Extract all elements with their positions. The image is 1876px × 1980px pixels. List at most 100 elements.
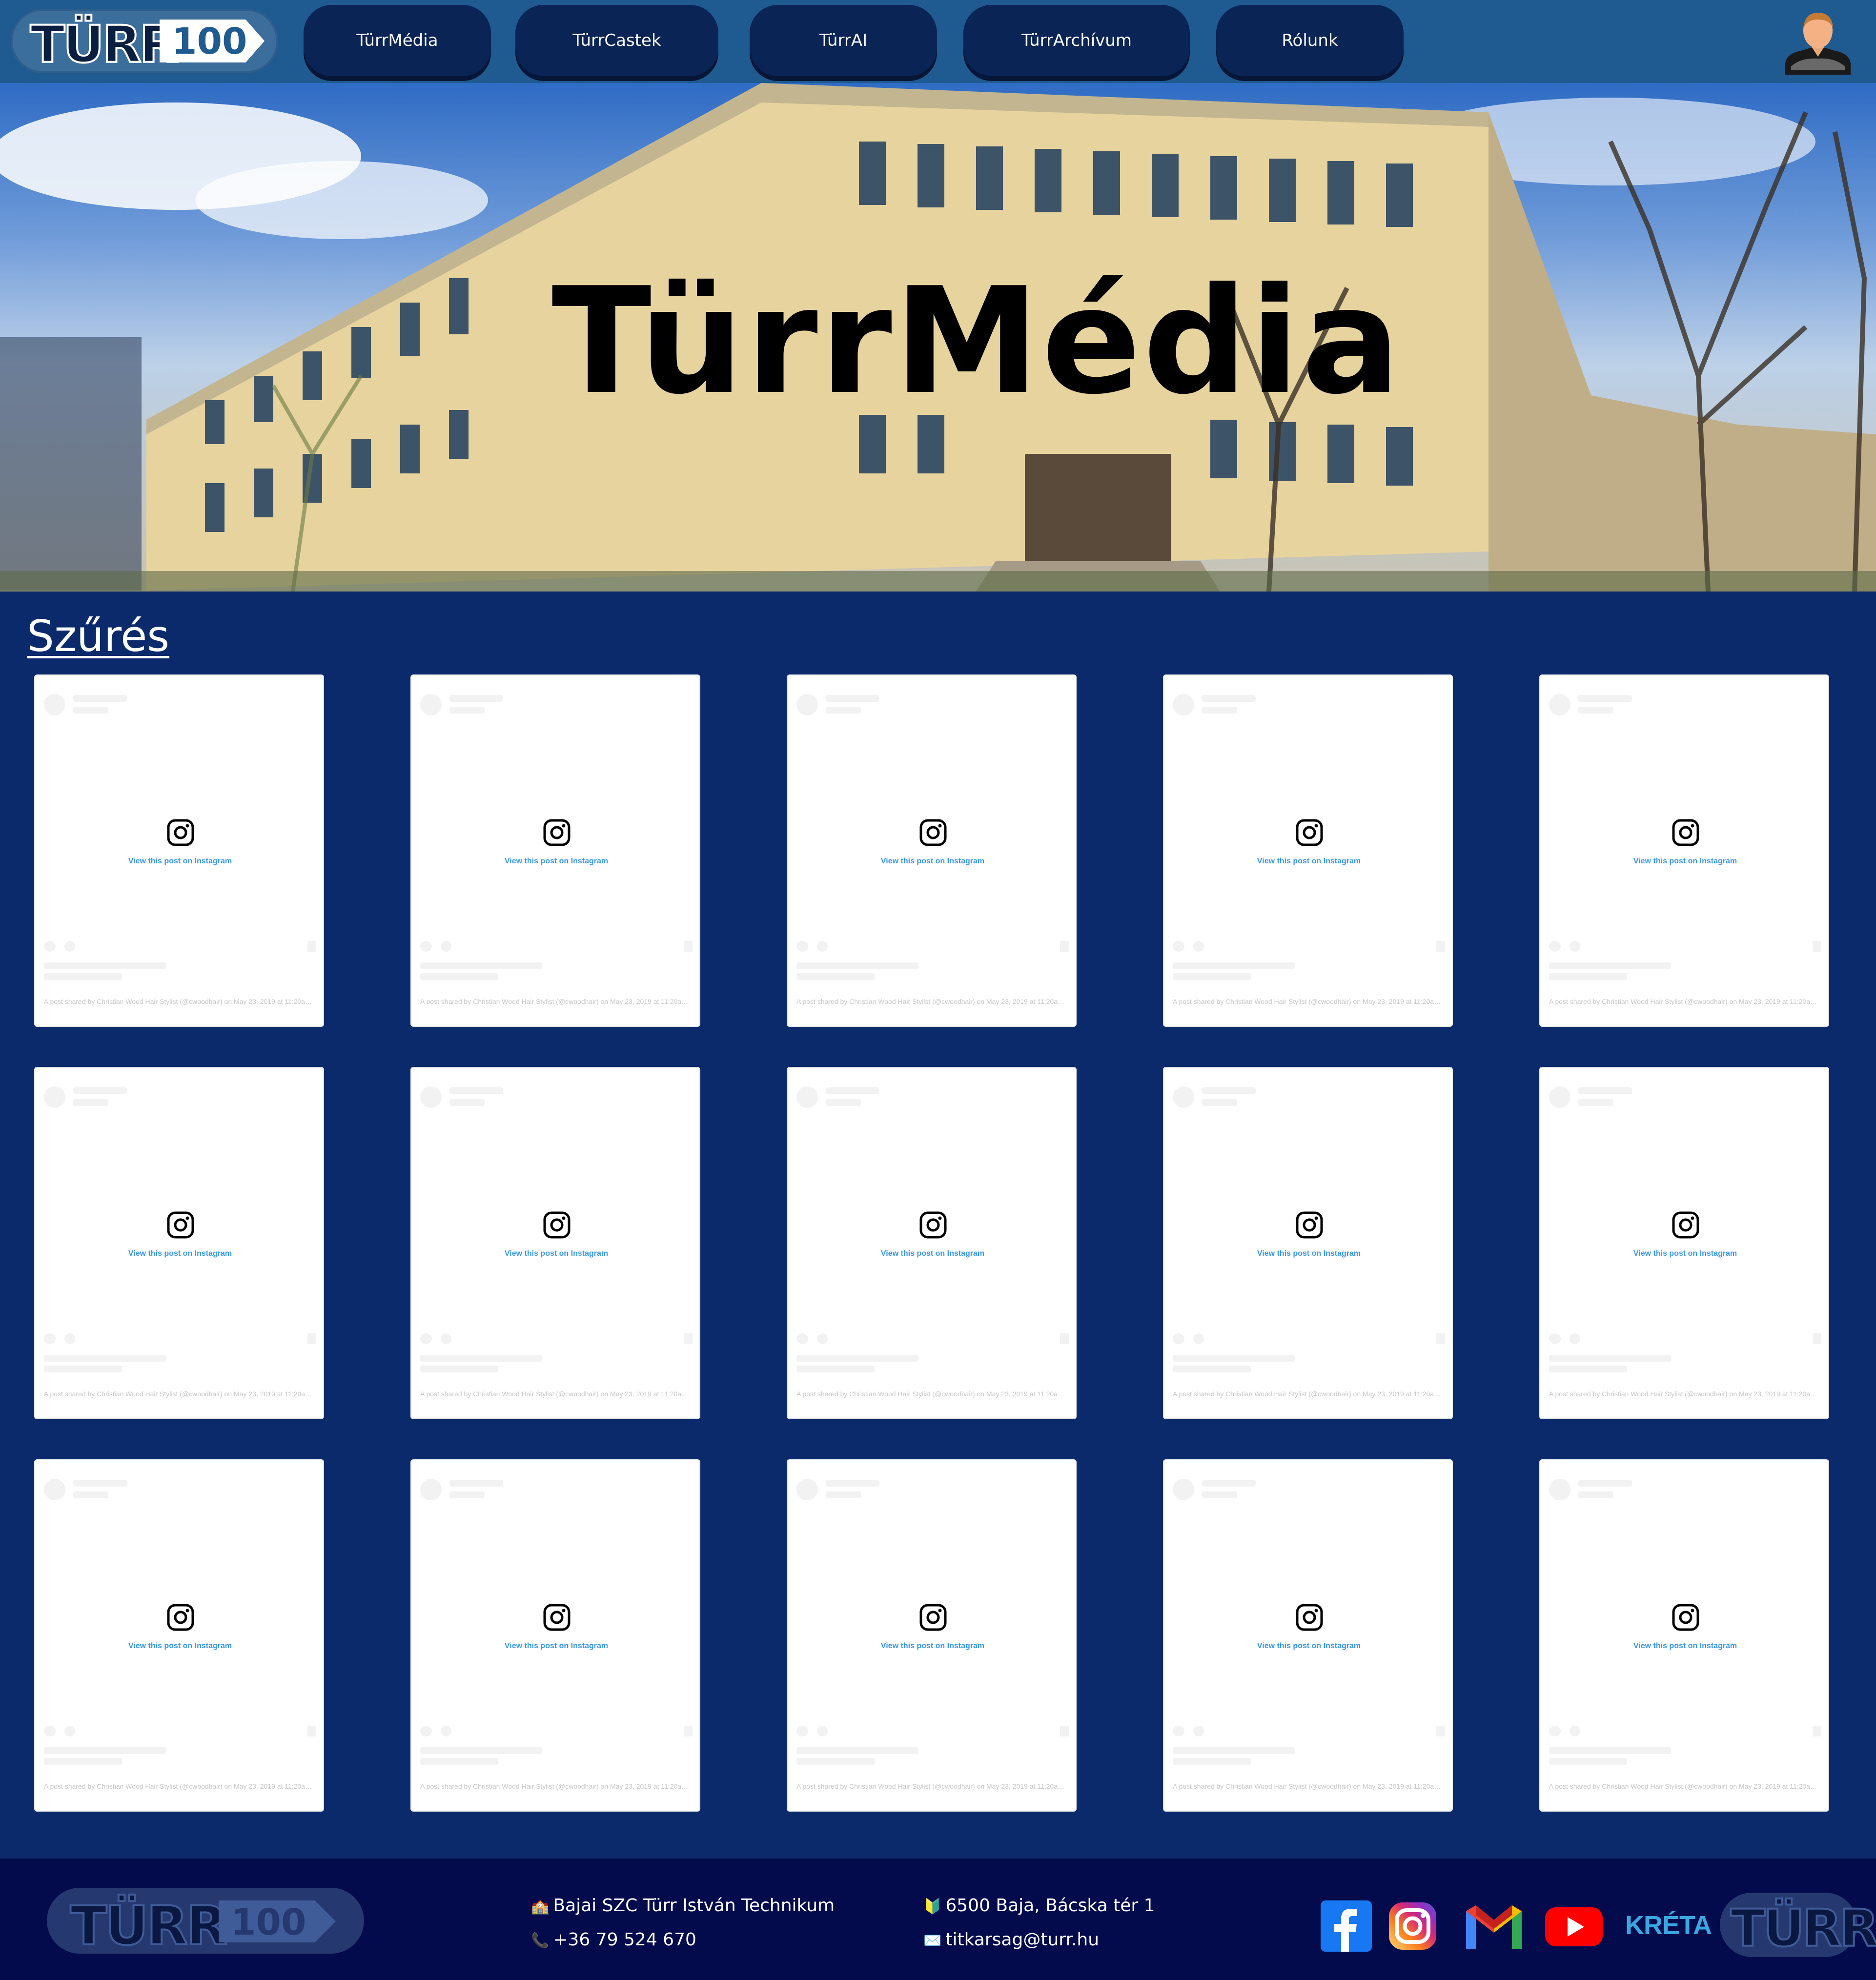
embed-caption[interactable]: A post shared by Christian Wood Hair Sty…: [1173, 1390, 1446, 1398]
instagram-embed-card[interactable]: View this post on Instagram A post shared…: [34, 1067, 324, 1419]
footer-turr100-logo[interactable]: TÜRR 100: [47, 1888, 364, 1958]
instagram-embed-card[interactable]: View this post on Instagram A post shared…: [1539, 674, 1829, 1027]
avatar-placeholder: [1173, 1479, 1194, 1500]
embed-caption[interactable]: A post shared by Christian Wood Hair Sty…: [1549, 1782, 1822, 1790]
text-placeholder: [796, 973, 875, 980]
instagram-embed-card[interactable]: View this post on Instagram A post shared…: [1163, 674, 1453, 1027]
view-on-instagram-link[interactable]: View this post on Instagram: [1540, 1642, 1830, 1651]
like-placeholder: [1549, 941, 1561, 952]
footer-address: 🔰 6500 Baja, Bácska tér 1: [923, 1896, 1155, 1916]
footer-turr-logo-small[interactable]: TÜRR: [1720, 1893, 1876, 1959]
instagram-icon: [1296, 1604, 1323, 1631]
nav-turrmedia[interactable]: TürrMédia: [304, 5, 491, 76]
instagram-embed-card[interactable]: View this post on Instagram A post shared…: [1163, 1459, 1453, 1812]
user-avatar-icon[interactable]: [1781, 9, 1855, 75]
embed-caption[interactable]: A post shared by Christian Wood Hair Sty…: [420, 998, 693, 1005]
username-placeholder: [1202, 1087, 1256, 1094]
facebook-icon[interactable]: [1321, 1900, 1372, 1952]
view-on-instagram-link[interactable]: View this post on Instagram: [1164, 1249, 1454, 1258]
embed-caption[interactable]: A post shared by Christian Wood Hair Sty…: [44, 998, 317, 1005]
view-on-instagram-link[interactable]: View this post on Instagram: [411, 857, 701, 866]
nav-rolunk[interactable]: Rólunk: [1216, 5, 1404, 76]
nav-turrarchivum[interactable]: TürrArchívum: [963, 5, 1190, 76]
view-on-instagram-link[interactable]: View this post on Instagram: [788, 857, 1078, 866]
comment-placeholder: [1193, 1333, 1204, 1344]
text-placeholder: [1173, 1747, 1295, 1754]
instagram-icon: [1672, 1211, 1699, 1239]
comment-placeholder: [441, 1333, 451, 1344]
subtitle-placeholder: [1202, 1099, 1237, 1106]
save-placeholder: [1060, 941, 1069, 952]
view-on-instagram-link[interactable]: View this post on Instagram: [788, 1642, 1078, 1651]
instagram-embed-card[interactable]: View this post on Instagram A post shared…: [787, 674, 1077, 1027]
instagram-embed-card[interactable]: View this post on Instagram A post shared…: [1539, 1459, 1829, 1812]
instagram-embed-card[interactable]: View this post on Instagram A post shared…: [410, 1459, 700, 1812]
embed-caption[interactable]: A post shared by Christian Wood Hair Sty…: [44, 1782, 317, 1790]
avatar-placeholder: [1173, 694, 1194, 715]
filter-link[interactable]: Szűrés: [27, 611, 169, 661]
view-on-instagram-link[interactable]: View this post on Instagram: [35, 1642, 325, 1651]
like-placeholder: [44, 941, 56, 952]
text-placeholder: [420, 973, 498, 980]
avatar-placeholder: [1549, 1479, 1570, 1500]
instagram-embed-card[interactable]: View this post on Instagram A post shared…: [34, 1459, 324, 1812]
footer: TÜRR 100 🏫 Bajai SZC Türr István Techniku…: [0, 1858, 1876, 1980]
embed-caption[interactable]: A post shared by Christian Wood Hair Sty…: [420, 1390, 693, 1398]
embed-caption[interactable]: A post shared by Christian Wood Hair Sty…: [796, 998, 1070, 1005]
youtube-icon[interactable]: [1545, 1900, 1603, 1952]
embed-caption[interactable]: A post shared by Christian Wood Hair Sty…: [796, 1782, 1070, 1790]
instagram-icon: [919, 1604, 947, 1631]
view-on-instagram-link[interactable]: View this post on Instagram: [411, 1249, 701, 1258]
avatar-placeholder: [420, 1086, 442, 1108]
view-on-instagram-link[interactable]: View this post on Instagram: [411, 1642, 701, 1651]
turr100-logo[interactable]: TÜRR 100: [11, 9, 278, 75]
view-on-instagram-link[interactable]: View this post on Instagram: [35, 857, 325, 866]
instagram-embed-card[interactable]: View this post on Instagram A post shared…: [1163, 1067, 1453, 1419]
save-placeholder: [1436, 1333, 1445, 1344]
embed-caption[interactable]: A post shared by Christian Wood Hair Sty…: [44, 1390, 317, 1398]
footer-logo-wordmark: TÜRR: [69, 1894, 228, 1958]
save-placeholder: [1060, 1726, 1069, 1736]
embed-caption[interactable]: A post shared by Christian Wood Hair Sty…: [420, 1782, 693, 1790]
comment-placeholder: [1570, 1726, 1580, 1736]
embed-caption[interactable]: A post shared by Christian Wood Hair Sty…: [1173, 998, 1446, 1005]
subtitle-placeholder: [1578, 1491, 1613, 1498]
embed-caption[interactable]: A post shared by Christian Wood Hair Sty…: [796, 1390, 1070, 1398]
view-on-instagram-link[interactable]: View this post on Instagram: [1540, 1249, 1830, 1258]
instagram-embed-card[interactable]: View this post on Instagram A post shared…: [34, 674, 324, 1027]
text-placeholder: [796, 1758, 875, 1765]
embed-caption[interactable]: A post shared by Christian Wood Hair Sty…: [1173, 1782, 1446, 1790]
instagram-embed-card[interactable]: View this post on Instagram A post shared…: [410, 1067, 700, 1419]
save-placeholder: [307, 941, 316, 952]
avatar-placeholder: [796, 694, 818, 715]
footer-email[interactable]: ✉️ titkarsag@turr.hu: [923, 1930, 1099, 1950]
avatar-placeholder: [1549, 1086, 1570, 1108]
view-on-instagram-link[interactable]: View this post on Instagram: [788, 1249, 1078, 1258]
footer-phone[interactable]: 📞 +36 79 524 670: [531, 1930, 696, 1950]
comment-placeholder: [817, 1726, 828, 1736]
username-placeholder: [73, 695, 127, 702]
view-on-instagram-link[interactable]: View this post on Instagram: [1164, 857, 1454, 866]
view-on-instagram-link[interactable]: View this post on Instagram: [1540, 857, 1830, 866]
gmail-icon[interactable]: [1462, 1900, 1526, 1952]
instagram-embed-card[interactable]: View this post on Instagram A post shared…: [787, 1459, 1077, 1812]
subtitle-placeholder: [1578, 707, 1613, 714]
nav-turrai[interactable]: TürrAI: [750, 5, 937, 76]
instagram-embed-card[interactable]: View this post on Instagram A post shared…: [410, 674, 700, 1027]
instagram-icon[interactable]: [1387, 1900, 1438, 1952]
instagram-embed-card[interactable]: View this post on Instagram A post shared…: [787, 1067, 1077, 1419]
envelope-icon: ✉️: [923, 1932, 942, 1949]
instagram-embed-card[interactable]: View this post on Instagram A post shared…: [1539, 1067, 1829, 1419]
view-on-instagram-link[interactable]: View this post on Instagram: [1164, 1642, 1454, 1651]
like-placeholder: [1173, 1726, 1184, 1736]
nav-turrcastek[interactable]: TürrCastek: [515, 5, 718, 76]
comment-placeholder: [1570, 941, 1580, 952]
embed-caption[interactable]: A post shared by Christian Wood Hair Sty…: [1549, 998, 1822, 1005]
instagram-icon: [167, 819, 194, 846]
text-placeholder: [420, 1758, 498, 1765]
embed-caption[interactable]: A post shared by Christian Wood Hair Sty…: [1549, 1390, 1822, 1398]
username-placeholder: [73, 1087, 127, 1094]
footer-logo-100-badge: 100: [219, 1900, 336, 1942]
view-on-instagram-link[interactable]: View this post on Instagram: [35, 1249, 325, 1258]
kreta-logo[interactable]: KRÉTA: [1625, 1910, 1712, 1940]
